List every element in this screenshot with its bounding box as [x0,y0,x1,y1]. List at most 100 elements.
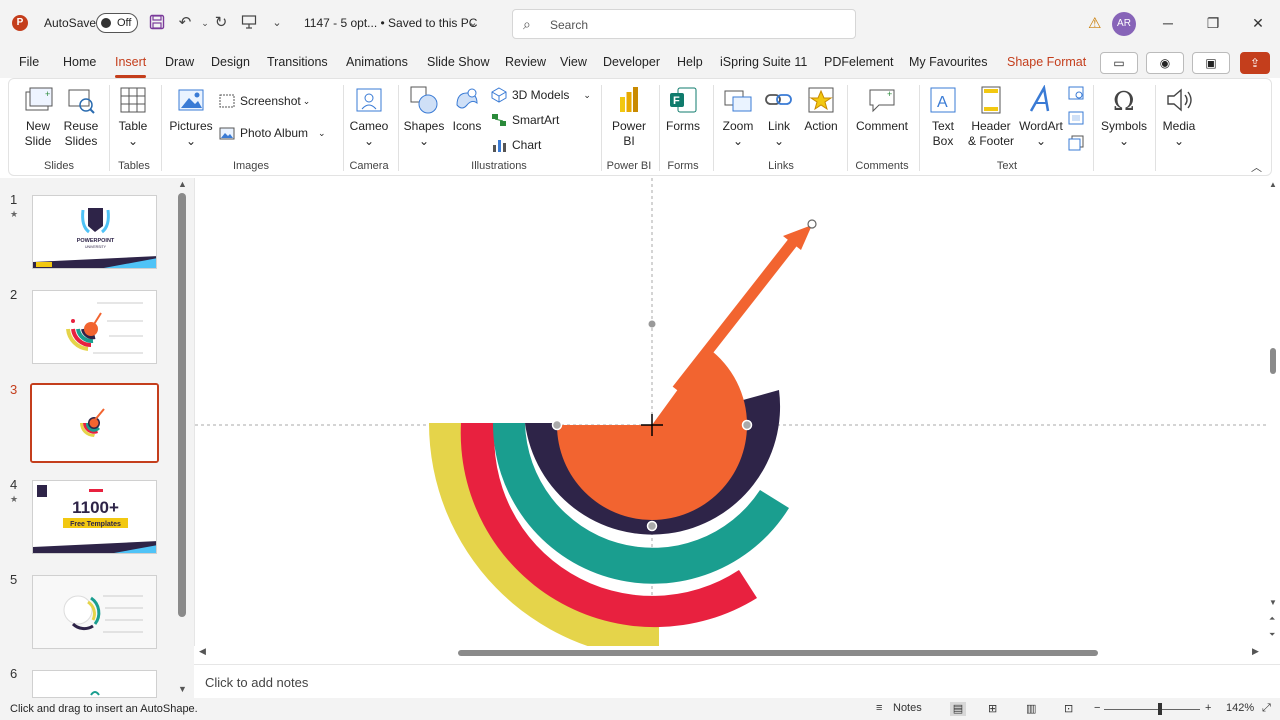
scroll-down-icon[interactable]: ▼ [1269,598,1277,607]
restore-icon[interactable]: ❐ [1203,13,1223,33]
3d-models-button[interactable]: 3D Models ⌄ [491,87,591,103]
notes-toggle-button[interactable]: Notes [893,702,922,714]
horizontal-scrollbar[interactable]: ◀ ▶ [194,646,1266,660]
next-slide-icon[interactable]: ⏷ [1269,630,1275,640]
slide-thumbnail-3[interactable] [30,383,159,463]
slide-3-content[interactable] [195,178,1266,646]
tab-developer[interactable]: Developer [603,55,660,69]
save-icon[interactable] [148,14,166,32]
previous-slide-icon[interactable]: ⏶ [1269,614,1275,624]
object-button[interactable] [1067,135,1085,154]
tab-view[interactable]: View [560,55,587,69]
tab-slide-show[interactable]: Slide Show [427,55,490,69]
power-bi-button[interactable]: Power BI [609,85,649,149]
avatar[interactable]: AR [1112,12,1136,36]
document-title[interactable]: 1147 - 5 opt... • Saved to this PC [304,16,477,30]
scroll-up-icon[interactable]: ▲ [1269,180,1277,189]
customize-toolbar-icon[interactable]: ⌄ [268,14,286,32]
close-icon[interactable]: ✕ [1248,13,1268,33]
header-footer-button[interactable]: Header & Footer [965,85,1017,149]
reading-view-icon[interactable]: ▥ [1026,702,1036,715]
comment-button[interactable]: + Comment [855,85,909,134]
symbols-button[interactable]: Ω Symbols ⌄ [1099,85,1149,149]
cameo-button[interactable]: Cameo ⌄ [349,85,389,149]
tab-animations[interactable]: Animations [346,55,408,69]
scroll-right-icon[interactable]: ▶ [1252,646,1259,657]
action-icon [808,87,834,113]
autosave-toggle[interactable]: Off [96,13,138,33]
action-button[interactable]: Action [801,85,841,134]
smartart-button[interactable]: SmartArt [491,112,559,128]
tab-home[interactable]: Home [63,55,96,69]
collapse-ribbon-icon[interactable]: ︿ [1251,159,1262,175]
thumbnail-scrollbar[interactable] [178,193,186,617]
pictures-button[interactable]: Pictures ⌄ [169,85,213,149]
forms-button[interactable]: F Forms [665,85,701,134]
link-button[interactable]: Link ⌄ [761,85,797,149]
tab-insert[interactable]: Insert [115,55,147,78]
zoom-out-icon[interactable]: − [1094,702,1100,714]
wordart-button[interactable]: WordArt ⌄ [1017,85,1065,149]
vertical-scroll-thumb[interactable] [1270,348,1276,374]
cameo-icon [356,88,382,112]
tab-draw[interactable]: Draw [165,55,194,69]
notes-pane[interactable]: Click to add notes [194,664,1280,698]
shapes-button[interactable]: Shapes ⌄ [403,85,445,149]
scroll-up-icon[interactable]: ▲ [178,179,187,189]
tab-review[interactable]: Review [505,55,546,69]
normal-view-icon[interactable]: ▤ [950,702,966,716]
slide-thumbnail-5[interactable] [32,575,157,649]
date-time-button[interactable] [1067,85,1085,104]
slide-number-button[interactable] [1067,110,1085,129]
media-button[interactable]: Media ⌄ [1159,85,1199,149]
redo-icon[interactable]: ↻ [212,14,230,32]
slideshow-view-icon[interactable]: ⊡ [1064,702,1073,715]
search-box[interactable]: ⌕ Search [512,9,856,39]
present-icon[interactable] [240,14,258,32]
tab-my-favourites[interactable]: My Favourites [909,55,988,69]
vertical-scrollbar[interactable]: ▲ ▼ ⏶ ⏷ [1266,178,1280,646]
slide-thumbnail-1[interactable]: POWERPOINT UNIVERSITY [32,195,157,269]
fit-slide-icon[interactable]: ⤢ [1262,702,1271,715]
tab-design[interactable]: Design [211,55,250,69]
zoom-slider-knob[interactable] [1158,703,1162,715]
warning-icon[interactable]: ⚠ [1088,14,1101,32]
3d-models-icon [491,87,507,103]
scroll-down-icon[interactable]: ▼ [178,684,187,694]
text-box-button[interactable]: A Text Box [925,85,961,149]
zoom-slider[interactable] [1104,709,1200,710]
slide-thumbnail-6[interactable] [32,670,157,698]
bottom-adjust-handle [646,520,658,532]
chart-button[interactable]: Chart [491,137,541,153]
reuse-slides-button[interactable]: Reuse Slides [61,85,101,149]
new-slide-button[interactable]: + New Slide [21,85,55,149]
photo-album-button[interactable]: Photo Album ⌄ [219,125,326,141]
tab-pdfelement[interactable]: PDFelement [824,55,893,69]
screenshot-button[interactable]: Screenshot ⌄ [219,93,310,109]
tab-transitions[interactable]: Transitions [267,55,328,69]
notes-icon[interactable]: ≡ [876,702,882,714]
scroll-left-icon[interactable]: ◀ [199,646,206,657]
tab-file[interactable]: File [19,55,39,69]
slide-canvas[interactable] [194,178,1266,646]
zoom-in-icon[interactable]: + [1205,702,1211,714]
zoom-button[interactable]: Zoom ⌄ [719,85,757,149]
teams-button[interactable]: ▣ [1192,52,1230,74]
icons-button[interactable]: Icons [449,85,485,134]
title-dropdown-icon[interactable]: ⌄ [464,14,482,32]
minimize-icon[interactable]: ─ [1158,13,1178,33]
comments-button[interactable]: ▭ [1100,52,1138,74]
horizontal-scroll-thumb[interactable] [458,650,1098,656]
slide-sorter-icon[interactable]: ⊞ [988,702,997,715]
status-bar: Click and drag to insert an AutoShape. ≡… [0,698,1280,720]
tab-shape-format[interactable]: Shape Format [1007,55,1086,69]
slide-thumbnail-4[interactable]: 1100+ Free Templates [32,480,157,554]
table-button[interactable]: Table ⌄ [115,85,151,149]
zoom-level[interactable]: 142% [1226,702,1254,714]
undo-icon[interactable]: ↶ [176,14,194,32]
slide-thumbnail-2[interactable] [32,290,157,364]
record-button[interactable]: ◉ [1146,52,1184,74]
tab-ispring[interactable]: iSpring Suite 11 [720,55,807,69]
tab-help[interactable]: Help [677,55,703,69]
share-button[interactable]: ⇪ [1240,52,1270,74]
